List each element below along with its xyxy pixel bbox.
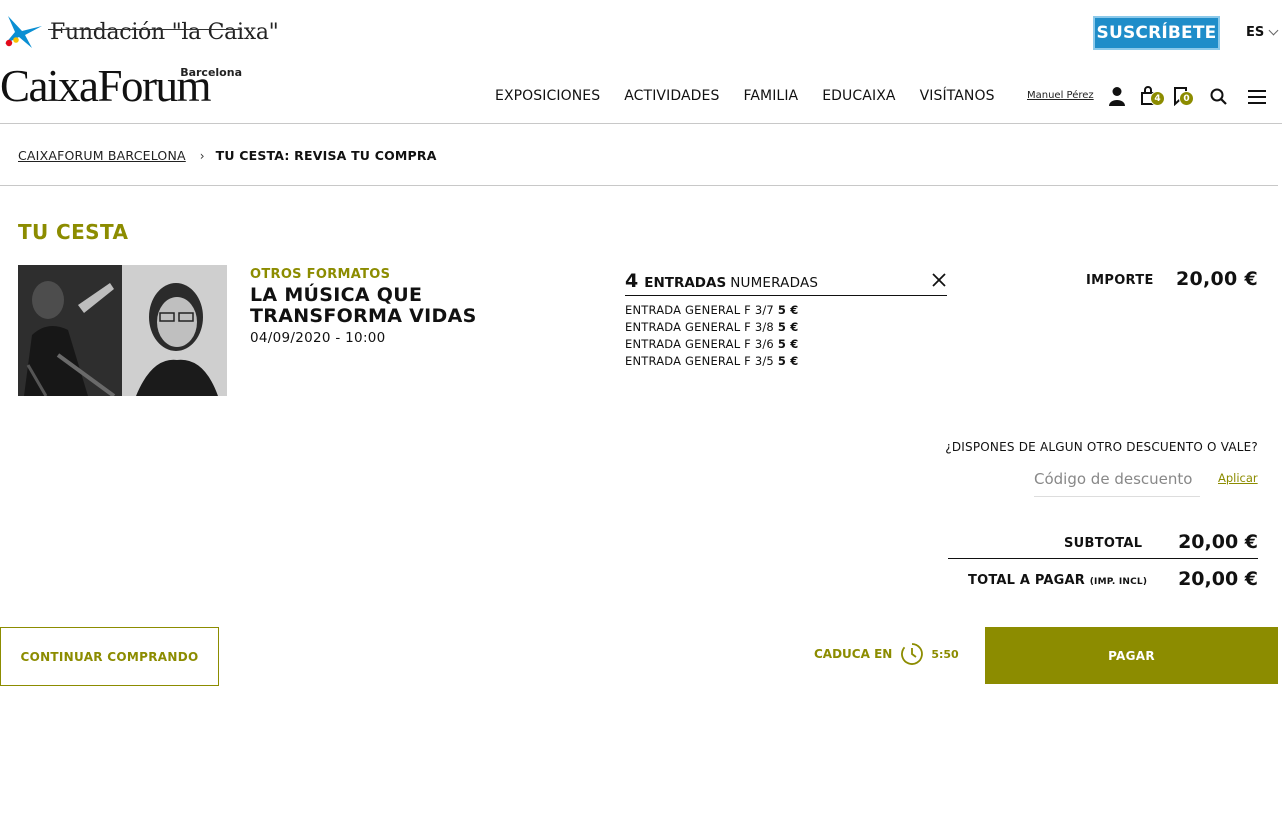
nav-item-familia[interactable]: FAMILIA [743, 88, 798, 104]
foundation-name: Fundación "la Caixa" [50, 19, 279, 45]
ticket-row: ENTRADA GENERAL F 3/7 5 € [625, 302, 798, 319]
event-photo-conductor [18, 265, 122, 396]
nav-item-exposiciones[interactable]: EXPOSICIONES [495, 88, 600, 104]
amount-label: IMPORTE [1086, 273, 1154, 288]
total-value: 20,00 € [1178, 568, 1258, 590]
tickets-type: NUMERADAS [730, 275, 819, 291]
ticket-price: 5 € [777, 320, 799, 334]
event-photo-woman [122, 265, 227, 396]
ticket-name: ENTRADA GENERAL F 3/6 [625, 337, 774, 351]
expiry-time: 5:50 [931, 647, 959, 661]
nav-item-actividades[interactable]: ACTIVIDADES [624, 88, 719, 104]
star-logo-icon [5, 16, 42, 48]
ticket-name: ENTRADA GENERAL F 3/5 [625, 354, 774, 368]
amount-value: 20,00 € [1175, 268, 1258, 290]
apply-discount-link[interactable]: Aplicar [1218, 471, 1258, 485]
breadcrumb-divider [0, 185, 1278, 186]
cart-count-badge: 4 [1150, 91, 1165, 106]
event-date: 04/09/2020 - 10:00 [250, 330, 386, 346]
site-header: Fundación "la Caixa" CaixaForum Barcelon… [0, 0, 1282, 124]
breadcrumb: CAIXAFORUM BARCELONA › TU CESTA: REVISA … [18, 148, 437, 163]
ticket-row: ENTRADA GENERAL F 3/6 5 € [625, 336, 798, 353]
expiry-label: CADUCA EN [814, 647, 893, 661]
breadcrumb-current: TU CESTA: REVISA TU COMPRA [215, 148, 437, 163]
ticket-price: 5 € [777, 354, 799, 368]
ticket-name: ENTRADA GENERAL F 3/7 [625, 303, 774, 317]
ticket-price: 5 € [777, 337, 799, 351]
event-thumbnail[interactable] [18, 265, 227, 396]
pay-button[interactable]: PAGAR [985, 627, 1278, 684]
tickets-header: 4 ENTRADAS NUMERADAS [625, 270, 947, 296]
search-icon[interactable] [1209, 87, 1229, 107]
chevron-down-icon [1268, 25, 1279, 36]
subscribe-button[interactable]: SUSCRÍBETE [1093, 16, 1220, 50]
foundation-underline [48, 29, 242, 30]
total-label: TOTAL A PAGAR (IMP. INCL) [968, 573, 1147, 588]
total-tax-note: (IMP. INCL) [1089, 577, 1148, 587]
ticket-price: 5 € [777, 303, 799, 317]
discount-code-input[interactable] [1034, 462, 1200, 497]
totals-divider [948, 558, 1258, 559]
logo-name: CaixaForum [0, 61, 211, 111]
menu-icon[interactable] [1247, 87, 1267, 107]
event-category: OTROS FORMATOS [250, 267, 391, 282]
caixaforum-logo[interactable]: CaixaForum Barcelona [0, 62, 244, 110]
subtotal-value: 20,00 € [1178, 531, 1258, 553]
event-title[interactable]: LA MÚSICA QUE TRANSFORMA VIDAS [250, 285, 550, 327]
total-label-text: TOTAL A PAGAR [968, 573, 1085, 588]
user-icon[interactable] [1107, 86, 1127, 106]
subtotal-label: SUBTOTAL [1064, 536, 1143, 551]
tickets-list: ENTRADA GENERAL F 3/7 5 € ENTRADA GENERA… [625, 302, 798, 370]
ticket-name: ENTRADA GENERAL F 3/8 [625, 320, 774, 334]
ticket-row: ENTRADA GENERAL F 3/8 5 € [625, 319, 798, 336]
discount-question: ¿DISPONES DE ALGUN OTRO DESCUENTO O VALE… [945, 440, 1258, 454]
tickets-count: 4 [625, 270, 639, 292]
language-code: ES [1246, 25, 1265, 40]
remove-item-close-icon[interactable] [931, 272, 947, 288]
basket-title: TU CESTA [18, 220, 129, 244]
saved-button[interactable]: 0 [1172, 86, 1194, 107]
continue-shopping-button[interactable]: CONTINUAR COMPRANDO [0, 627, 219, 686]
fundacion-logo[interactable]: Fundación "la Caixa" [2, 14, 279, 50]
logo-city: Barcelona [180, 66, 242, 79]
user-name-link[interactable]: Manuel Pérez [1027, 90, 1094, 101]
breadcrumb-separator-icon: › [199, 148, 205, 163]
breadcrumb-home-link[interactable]: CAIXAFORUM BARCELONA [18, 148, 186, 163]
saved-count-badge: 0 [1179, 91, 1194, 106]
clock-icon [901, 643, 924, 665]
cart-button[interactable]: 4 [1139, 86, 1165, 106]
expiry-timer: CADUCA EN 5:50 [814, 642, 959, 666]
nav-item-educaixa[interactable]: EDUCAIXA [822, 88, 895, 104]
main-nav: EXPOSICIONES ACTIVIDADES FAMILIA EDUCAIX… [495, 88, 1019, 104]
ticket-row: ENTRADA GENERAL F 3/5 5 € [625, 353, 798, 370]
nav-item-visitanos[interactable]: VISÍTANOS [920, 88, 995, 104]
tickets-label: ENTRADAS [644, 275, 727, 291]
language-selector[interactable]: ES [1246, 25, 1279, 40]
